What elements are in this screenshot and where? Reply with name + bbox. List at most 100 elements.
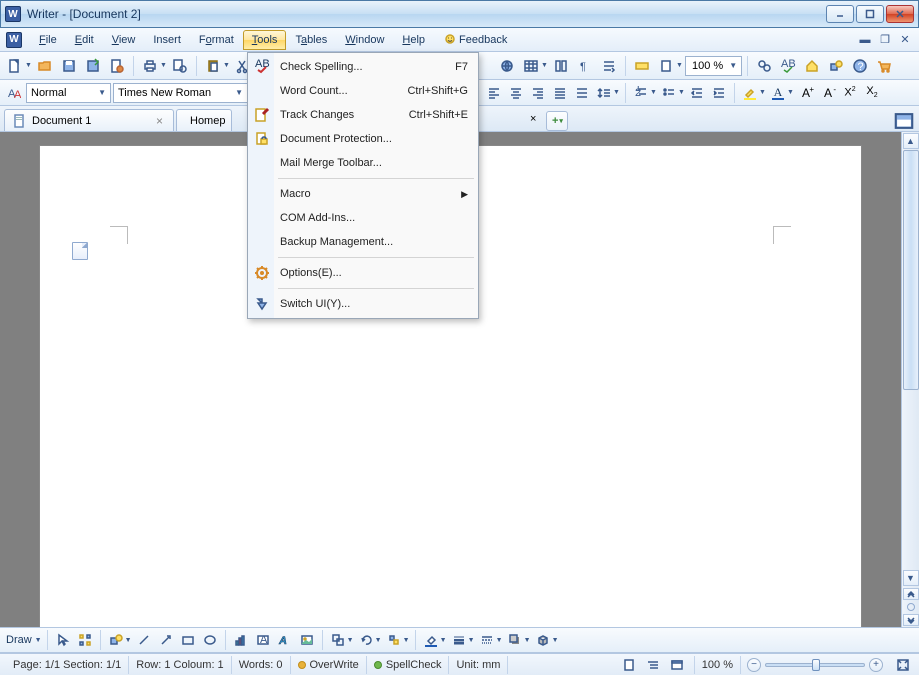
menu-track-changes[interactable]: Track Changes Ctrl+Shift+E <box>250 103 476 127</box>
minimize-button[interactable] <box>826 5 854 23</box>
superscript-button[interactable]: X2 <box>840 83 860 103</box>
status-overwrite[interactable]: OverWrite <box>291 656 367 674</box>
nonprinting-button[interactable]: ¶ <box>574 55 596 77</box>
textbox-tool[interactable]: A <box>253 630 273 650</box>
rotate-tool[interactable] <box>356 630 376 650</box>
view-outline[interactable] <box>643 655 663 675</box>
arrow-tool[interactable] <box>156 630 176 650</box>
shadow-tool[interactable] <box>505 630 525 650</box>
menu-window[interactable]: Window <box>336 30 393 50</box>
zoom-out-button[interactable]: − <box>747 658 761 672</box>
picture-tool[interactable] <box>297 630 317 650</box>
toolbar-toggle-button[interactable] <box>893 111 915 131</box>
view-web[interactable] <box>667 655 687 675</box>
vertical-scrollbar[interactable]: ▲ ▼ <box>901 132 919 627</box>
numbered-dropdown[interactable]: ▼ <box>650 89 657 96</box>
cart-button[interactable] <box>873 55 895 77</box>
menu-com-addins[interactable]: COM Add-Ins... <box>250 206 476 230</box>
print-dropdown[interactable]: ▼ <box>160 62 167 69</box>
new-dropdown[interactable]: ▼ <box>25 62 32 69</box>
menu-tables[interactable]: Tables <box>286 30 336 50</box>
new-button[interactable] <box>4 55 26 77</box>
align-justify-button[interactable] <box>550 83 570 103</box>
fill-color-tool[interactable] <box>421 630 441 650</box>
status-rowcol[interactable]: Row: 1 Coloum: 1 <box>129 656 231 674</box>
scroll-up-button[interactable]: ▲ <box>903 133 919 149</box>
zoom-fit-dropdown[interactable]: ▼ <box>676 62 683 69</box>
tab-close-icon[interactable]: × <box>154 114 165 128</box>
align-right-button[interactable] <box>528 83 548 103</box>
zoom-knob[interactable] <box>812 659 820 671</box>
zoom-track[interactable] <box>765 663 865 667</box>
zoom-slider[interactable]: − + <box>741 658 889 672</box>
font-color-button[interactable]: A <box>768 83 788 103</box>
spellcheck-button[interactable]: ABC <box>777 55 799 77</box>
3d-dropdown[interactable]: ▼ <box>552 637 559 644</box>
paste-dropdown[interactable]: ▼ <box>223 62 230 69</box>
align-objects-dropdown[interactable]: ▼ <box>403 637 410 644</box>
dash-style-tool[interactable] <box>477 630 497 650</box>
fullscreen-button[interactable] <box>893 655 913 675</box>
export-pdf-button[interactable] <box>106 55 128 77</box>
bullet-list-button[interactable] <box>659 83 679 103</box>
draw-dropdown[interactable]: ▼ <box>35 637 42 644</box>
autoshapes-dropdown[interactable]: ▼ <box>125 637 132 644</box>
menu-word-count[interactable]: Word Count... Ctrl+Shift+G <box>250 79 476 103</box>
columns-button[interactable] <box>550 55 572 77</box>
open-button[interactable] <box>34 55 56 77</box>
close-button[interactable] <box>886 5 914 23</box>
group-dropdown[interactable]: ▼ <box>347 637 354 644</box>
status-page[interactable]: Page: 1/1 Section: 1/1 <box>6 656 129 674</box>
menu-document-protection[interactable]: Document Protection... <box>250 127 476 151</box>
status-words[interactable]: Words: 0 <box>232 656 291 674</box>
zoom-fit-button[interactable] <box>655 55 677 77</box>
menu-format[interactable]: Format <box>190 30 243 50</box>
zoom-in-button[interactable]: + <box>869 658 883 672</box>
status-zoom-value[interactable]: 100 % <box>694 656 741 674</box>
line-style-dropdown[interactable]: ▼ <box>468 637 475 644</box>
scroll-down-button[interactable]: ▼ <box>903 570 919 586</box>
style-icon[interactable]: AA <box>4 83 24 103</box>
menu-mail-merge[interactable]: Mail Merge Toolbar... <box>250 151 476 175</box>
menu-feedback[interactable]: Feedback <box>434 29 516 51</box>
maximize-button[interactable] <box>856 5 884 23</box>
menu-tools[interactable]: Tools <box>243 30 287 50</box>
line-spacing-button[interactable] <box>594 83 614 103</box>
numbered-list-button[interactable]: 12 <box>631 83 651 103</box>
print-preview-button[interactable] <box>169 55 191 77</box>
prev-page-button[interactable] <box>903 588 919 600</box>
highlight-dropdown[interactable]: ▼ <box>759 89 766 96</box>
menu-view[interactable]: View <box>103 30 145 50</box>
rotate-dropdown[interactable]: ▼ <box>375 637 382 644</box>
shadow-dropdown[interactable]: ▼ <box>524 637 531 644</box>
browse-object-button[interactable] <box>907 603 915 611</box>
insert-table-button[interactable] <box>520 55 542 77</box>
font-color-dropdown[interactable]: ▼ <box>787 89 794 96</box>
align-center-button[interactable] <box>506 83 526 103</box>
mdi-close-icon[interactable]: ✕ <box>897 34 913 46</box>
menu-options[interactable]: Options(E)... <box>250 261 476 285</box>
next-page-button[interactable] <box>903 614 919 626</box>
scroll-track[interactable] <box>903 150 919 569</box>
line-style-tool[interactable] <box>449 630 469 650</box>
status-spellcheck[interactable]: SpellCheck <box>367 656 450 674</box>
menu-backup-management[interactable]: Backup Management... <box>250 230 476 254</box>
rectangle-tool[interactable] <box>178 630 198 650</box>
decrease-indent-button[interactable] <box>687 83 707 103</box>
edit-points-tool[interactable] <box>75 630 95 650</box>
bullet-dropdown[interactable]: ▼ <box>678 89 685 96</box>
paste-button[interactable] <box>202 55 224 77</box>
mdi-minimize-icon[interactable]: ▬ <box>857 34 873 46</box>
home-button[interactable] <box>801 55 823 77</box>
select-tool[interactable] <box>53 630 73 650</box>
menu-check-spelling[interactable]: ABC Check Spelling... F7 <box>250 55 476 79</box>
save-as-button[interactable] <box>82 55 104 77</box>
font-combo[interactable]: Times New Roman▼ <box>113 83 248 103</box>
menu-file[interactable]: File <box>30 30 66 50</box>
print-button[interactable] <box>139 55 161 77</box>
align-objects-tool[interactable] <box>384 630 404 650</box>
find-button[interactable] <box>753 55 775 77</box>
align-left-button[interactable] <box>484 83 504 103</box>
dash-dropdown[interactable]: ▼ <box>496 637 503 644</box>
tab3-close-icon[interactable]: × <box>530 113 536 125</box>
